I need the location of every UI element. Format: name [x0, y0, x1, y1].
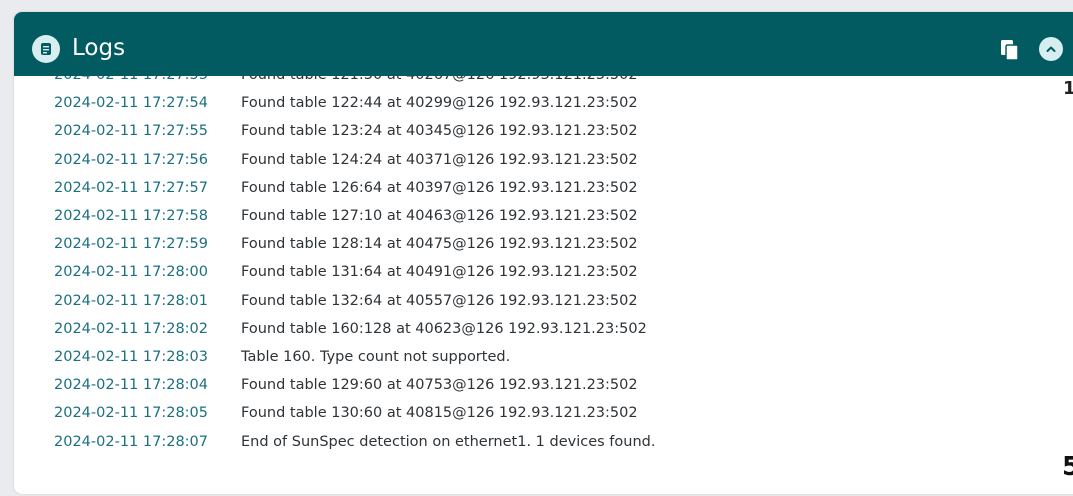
logs-panel: Logs 2024-02-11 17:27:53Found table 121:… — [14, 12, 1073, 494]
log-message: Found table 124:24 at 40371@126 192.93.1… — [241, 151, 638, 168]
log-row: 2024-02-11 17:28:01 Found table 132:64 at… — [14, 287, 1073, 315]
log-timestamp: 2024-02-11 17:28:04 — [54, 377, 208, 394]
log-message: Found table 130:60 at 40815@126 192.93.1… — [241, 405, 638, 422]
log-row: 2024-02-11 17:27:54 Found table 122:44 at… — [14, 89, 1073, 117]
copy-icon[interactable] — [999, 38, 1021, 62]
log-row: 2024-02-11 17:28:04 Found table 129:60 at… — [14, 371, 1073, 399]
log-message: Found table 132:64 at 40557@126 192.93.1… — [241, 292, 638, 309]
log-row: 2024-02-11 17:27:53Found table 121:30 at… — [14, 76, 1073, 89]
panel-title: Logs — [72, 35, 126, 61]
log-list[interactable]: 2024-02-11 17:27:53Found table 121:30 at… — [14, 76, 1073, 494]
log-message: Table 160. Type count not supported. — [241, 348, 511, 365]
log-timestamp: 2024-02-11 17:28:00 — [54, 264, 208, 281]
log-timestamp: 2024-02-11 17:27:56 — [54, 151, 208, 168]
log-timestamp: 2024-02-11 17:28:07 — [54, 433, 208, 450]
chevron-up-icon[interactable] — [1039, 37, 1063, 61]
log-message: Found table 127:10 at 40463@126 192.93.1… — [241, 208, 638, 225]
log-message: Found table 131:64 at 40491@126 192.93.1… — [241, 264, 638, 281]
log-row: 2024-02-11 17:27:59 Found table 128:14 at… — [14, 230, 1073, 258]
log-timestamp: 2024-02-11 17:27:59 — [54, 236, 208, 253]
log-message: End of SunSpec detection on ethernet1. 1… — [241, 433, 656, 450]
log-row: 2024-02-11 17:27:56 Found table 124:24 at… — [14, 146, 1073, 174]
log-timestamp: 2024-02-11 17:27:54 — [54, 95, 208, 112]
log-timestamp: 2024-02-11 17:28:05 — [54, 405, 208, 422]
log-timestamp: 2024-02-11 17:27:57 — [54, 179, 208, 196]
log-row: 2024-02-11 17:28:05 Found table 130:60 at… — [14, 399, 1073, 427]
log-message: Found table 121:30 at 40267@126 192.93.1… — [241, 76, 638, 83]
log-timestamp: 2024-02-11 17:27:58 — [54, 208, 208, 225]
log-timestamp: 2024-02-11 17:28:01 — [54, 292, 208, 309]
log-row: 2024-02-11 17:28:02 Found table 160:128 a… — [14, 315, 1073, 343]
log-row: 2024-02-11 17:27:55 Found table 123:24 at… — [14, 117, 1073, 145]
log-message: Found table 128:14 at 40475@126 192.93.1… — [241, 236, 638, 253]
edge-fragment-bottom: 5 — [1062, 452, 1073, 482]
log-message: Found table 122:44 at 40299@126 192.93.1… — [241, 95, 638, 112]
log-message: Found table 129:60 at 40753@126 192.93.1… — [241, 377, 638, 394]
log-message: Found table 123:24 at 40345@126 192.93.1… — [241, 123, 638, 140]
log-timestamp: 2024-02-11 17:28:02 — [54, 320, 208, 337]
log-timestamp: 2024-02-11 17:27:53 — [14, 76, 241, 83]
log-row: 2024-02-11 17:28:07 End of SunSpec detect… — [14, 427, 1073, 455]
edge-fragment-top: 1 — [1063, 78, 1073, 99]
log-timestamp: 2024-02-11 17:28:03 — [54, 348, 208, 365]
log-row: 2024-02-11 17:27:58 Found table 127:10 at… — [14, 202, 1073, 230]
log-timestamp: 2024-02-11 17:27:55 — [54, 123, 208, 140]
log-message: Found table 160:128 at 40623@126 192.93.… — [241, 320, 647, 337]
log-message: Found table 126:64 at 40397@126 192.93.1… — [241, 179, 638, 196]
logs-header: Logs — [14, 12, 1073, 76]
log-row: 2024-02-11 17:28:03 Table 160. Type count… — [14, 343, 1073, 371]
log-row: 2024-02-11 17:28:00 Found table 131:64 at… — [14, 258, 1073, 286]
log-document-icon — [32, 35, 60, 63]
log-row: 2024-02-11 17:27:57 Found table 126:64 at… — [14, 174, 1073, 202]
